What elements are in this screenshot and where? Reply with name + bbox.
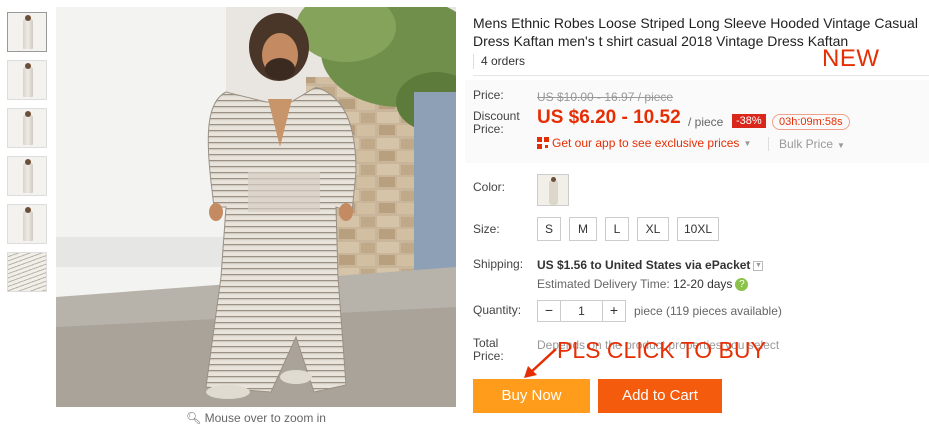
- size-option-m[interactable]: M: [569, 217, 597, 241]
- app-promo-link[interactable]: Get our app to see exclusive prices ▼: [537, 136, 751, 150]
- thumbnail-2[interactable]: [7, 60, 47, 100]
- shipping-text: US $1.56 to United States via ePacket: [537, 258, 751, 272]
- product-photo: [56, 7, 456, 407]
- quantity-input[interactable]: 1: [560, 301, 603, 321]
- est-days: 12-20 days: [673, 277, 733, 291]
- original-price: US $10.00 - 16.97 / piece: [537, 90, 674, 104]
- price-label: Price:: [473, 88, 504, 102]
- thumbnail-list: [7, 12, 49, 300]
- est-label: Estimated Delivery Time:: [537, 277, 670, 291]
- estimated-delivery: Estimated Delivery Time: 12-20 days?: [537, 277, 749, 292]
- thumbnail-1[interactable]: [7, 12, 47, 52]
- thumbnail-3[interactable]: [7, 108, 47, 148]
- chevron-down-icon: ▼: [743, 138, 752, 148]
- per-piece-unit: / piece: [688, 115, 724, 129]
- discount-price: US $6.20 - 10.52: [537, 107, 681, 128]
- size-label: Size:: [473, 222, 500, 236]
- color-label: Color:: [473, 180, 506, 194]
- discount-badge: -38%: [732, 114, 766, 128]
- chevron-down-icon: ▼: [837, 141, 845, 150]
- total-price-label: Total Price:: [473, 336, 504, 363]
- size-option-xl[interactable]: XL: [637, 217, 669, 241]
- zoom-hint: 🔍︎ Mouse over to zoom in: [56, 411, 456, 425]
- countdown-timer: 03h:09m:58s: [772, 114, 850, 130]
- quantity-stepper: − 1 +: [537, 300, 626, 322]
- color-swatch[interactable]: [537, 174, 569, 206]
- quantity-increase-button[interactable]: +: [603, 301, 625, 321]
- quantity-label: Quantity:: [473, 303, 522, 317]
- app-promo-text: Get our app to see exclusive prices: [552, 136, 740, 150]
- search-icon: 🔍︎: [186, 411, 202, 425]
- new-tag: NEW: [822, 45, 880, 72]
- bulk-price-dropdown[interactable]: Bulk Price ▼: [768, 137, 845, 151]
- size-option-s[interactable]: S: [537, 217, 561, 241]
- buy-now-button[interactable]: Buy Now: [473, 379, 590, 413]
- click-to-buy-annotation: PLS CLICK TO BUY: [557, 337, 766, 363]
- shipping-value[interactable]: US $1.56 to United States via ePacket ▼: [537, 258, 764, 272]
- shipping-label: Shipping:: [473, 257, 524, 271]
- chevron-down-icon: ▼: [753, 260, 764, 271]
- thumbnail-6[interactable]: [7, 252, 47, 292]
- quantity-availability: piece (119 pieces available): [634, 304, 782, 318]
- add-to-cart-button[interactable]: Add to Cart: [598, 379, 722, 413]
- help-icon[interactable]: ?: [735, 278, 749, 292]
- main-product-image[interactable]: [56, 7, 456, 407]
- discount-price-label: Discount Price:: [473, 109, 520, 136]
- size-option-10xl[interactable]: 10XL: [677, 217, 719, 241]
- size-option-l[interactable]: L: [605, 217, 629, 241]
- thumbnail-4[interactable]: [7, 156, 47, 196]
- bulk-price-text: Bulk Price: [779, 137, 834, 151]
- zoom-hint-text: Mouse over to zoom in: [204, 411, 326, 425]
- qr-code-icon: [537, 137, 549, 149]
- annotation-arrow-icon: [524, 348, 557, 378]
- thumbnail-5[interactable]: [7, 204, 47, 244]
- quantity-decrease-button[interactable]: −: [538, 301, 560, 321]
